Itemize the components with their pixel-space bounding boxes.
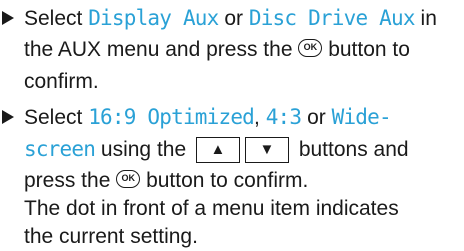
press-the-text: press the (24, 169, 111, 192)
using-the-text: using the (100, 138, 187, 161)
menu-option-disc-drive-aux: Disc Drive Aux (248, 6, 416, 30)
up-arrow-icon: ▲ (195, 136, 240, 163)
step-2-line-2: screen using the ▲ ▼ buttons and (24, 135, 409, 165)
buttons-and-text: buttons and (298, 138, 409, 161)
down-arrow-icon: ▼ (244, 136, 289, 163)
comma-text: , (254, 106, 260, 129)
ok-button-icon: OK (298, 39, 323, 58)
step-1-line-2: the AUX menu and press the OK button to (24, 36, 410, 64)
step-2-line-3: press the OK button to confirm. (24, 167, 308, 195)
button-to-text: button to (328, 38, 410, 61)
arrow-keys-group: ▲ ▼ (195, 134, 289, 163)
menu-option-4-3: 4:3 (265, 105, 302, 129)
step-2-line-1: Select 16:9 Optimized, 4:3 or Wide- (24, 103, 392, 132)
in-text: in (420, 7, 437, 30)
note-text-2: the current setting. (24, 225, 198, 248)
or-text: or (307, 106, 326, 129)
bullet-triangle-icon (2, 110, 14, 124)
or-text: or (224, 7, 244, 30)
menu-option-widescreen-part-2: screen (24, 137, 96, 161)
aux-menu-text: the AUX menu and press the (24, 38, 293, 61)
select-text: Select (24, 7, 83, 30)
confirm-text: confirm. (24, 70, 99, 93)
note-text-1: The dot in front of a menu item indicate… (24, 197, 399, 220)
step-1-line-3: confirm. (24, 68, 99, 96)
note-line-1: The dot in front of a menu item indicate… (24, 195, 399, 223)
menu-option-display-aux: Display Aux (88, 6, 219, 30)
menu-option-widescreen-part-1: Wide- (331, 105, 392, 129)
menu-option-16-9-optimized: 16:9 Optimized (88, 105, 255, 129)
select-text: Select (24, 106, 83, 129)
instruction-page: Select Display Aux or Disc Drive Aux in … (0, 0, 464, 248)
note-line-2: the current setting. (24, 223, 198, 251)
ok-button-icon: OK (116, 170, 141, 189)
button-to-confirm-text: button to confirm. (146, 169, 309, 192)
step-1-line-1: Select Display Aux or Disc Drive Aux in (24, 4, 437, 33)
bullet-triangle-icon (2, 11, 14, 25)
